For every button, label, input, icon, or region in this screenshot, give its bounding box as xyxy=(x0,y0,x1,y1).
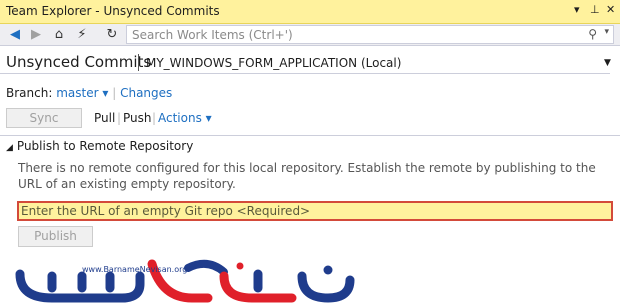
page-header[interactable]: Unsynced Commits MY_WINDOWS_FORM_APPLICA… xyxy=(0,52,611,74)
push-link[interactable]: Push xyxy=(123,111,152,125)
branch-name: master xyxy=(56,86,99,100)
search-dropdown-icon[interactable]: ▾ xyxy=(604,27,609,37)
home-icon[interactable]: ⌂ xyxy=(50,26,68,44)
sync-button[interactable]: Sync xyxy=(6,108,82,128)
publish-section-title: Publish to Remote Repository xyxy=(16,139,194,153)
actions-row: Sync Pull | Push | Actions ▾ xyxy=(6,108,606,130)
page-title: Unsynced Commits xyxy=(6,53,152,71)
search-placeholder: Search Work Items (Ctrl+') xyxy=(132,28,293,42)
project-name: MY_WINDOWS_FORM_APPLICATION (Local) xyxy=(146,56,402,70)
branch-row: Branch: master ▾ | Changes xyxy=(6,86,172,100)
section-divider xyxy=(0,135,620,136)
actions-separator-2: | xyxy=(152,111,157,125)
collapse-icon[interactable]: ◢ xyxy=(6,143,13,153)
remote-url-placeholder: Enter the URL of an empty Git repo <Requ… xyxy=(21,204,311,218)
publish-button[interactable]: Publish xyxy=(18,226,93,247)
barnamenevisan-logo: www.BarnameNevisan.org xyxy=(15,259,355,303)
actions-menu-label: Actions xyxy=(158,111,202,125)
publish-message: There is no remote configured for this l… xyxy=(18,161,596,191)
pin-icon[interactable]: ⊥ xyxy=(590,3,600,16)
connect-icon[interactable]: ⚡ xyxy=(73,26,91,44)
window-titlebar: Team Explorer - Unsynced Commits ▾ ⊥ ✕ xyxy=(0,0,620,24)
logo-url-text: www.BarnameNevisan.org xyxy=(82,265,187,274)
changes-link[interactable]: Changes xyxy=(120,86,172,100)
window-position-icon[interactable]: ▾ xyxy=(574,3,580,16)
window-title: Team Explorer - Unsynced Commits xyxy=(6,4,220,18)
actions-separator: | xyxy=(117,111,122,125)
search-input[interactable]: Search Work Items (Ctrl+') ⚲ ▾ xyxy=(126,25,614,44)
actions-menu[interactable]: Actions ▾ xyxy=(158,111,212,125)
branch-selector[interactable]: master ▾ xyxy=(56,86,108,100)
branch-dropdown-icon: ▾ xyxy=(102,86,109,100)
actions-dropdown-icon: ▾ xyxy=(205,111,212,125)
header-separator xyxy=(138,54,139,71)
branch-separator: | xyxy=(112,86,117,100)
remote-url-input[interactable]: Enter the URL of an empty Git repo <Requ… xyxy=(17,201,613,221)
toolbar: ◀ ▶ ⌂ ⚡ ↻ Search Work Items (Ctrl+') ⚲ ▾ xyxy=(0,24,620,46)
refresh-icon[interactable]: ↻ xyxy=(103,26,121,44)
publish-section-header[interactable]: ◢ Publish to Remote Repository xyxy=(6,139,193,153)
close-icon[interactable]: ✕ xyxy=(606,3,615,16)
search-icon[interactable]: ⚲ xyxy=(588,27,597,41)
back-icon[interactable]: ◀ xyxy=(6,26,24,44)
pull-link[interactable]: Pull xyxy=(94,111,115,125)
forward-icon[interactable]: ▶ xyxy=(27,26,45,44)
branch-label: Branch: xyxy=(6,86,53,100)
page-dropdown-icon[interactable]: ▼ xyxy=(604,58,611,68)
